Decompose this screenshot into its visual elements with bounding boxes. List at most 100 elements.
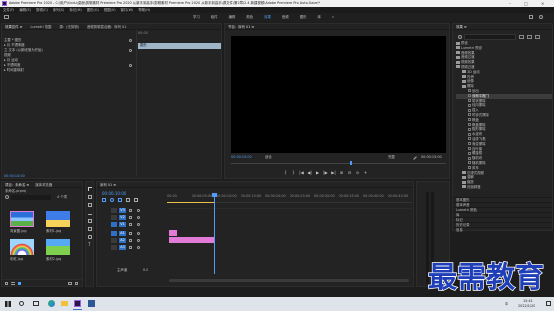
program-timecode[interactable]: 00:00:10:00 bbox=[231, 155, 252, 160]
extract-icon[interactable]: ⊟ bbox=[347, 170, 352, 175]
lift-icon[interactable]: ⊞ bbox=[339, 170, 344, 175]
list-view-icon[interactable] bbox=[11, 282, 15, 285]
track-lock-icon[interactable] bbox=[129, 239, 132, 242]
work-area-bar[interactable] bbox=[167, 202, 214, 203]
task-view-icon[interactable] bbox=[33, 301, 39, 306]
track-header[interactable]: V2 bbox=[97, 215, 167, 221]
edge-icon[interactable] bbox=[48, 300, 55, 307]
track-select-tool-icon[interactable] bbox=[88, 195, 92, 199]
track-header[interactable]: A3 bbox=[97, 245, 167, 251]
slip-tool-icon[interactable] bbox=[88, 219, 92, 223]
word-taskbar-icon[interactable] bbox=[88, 300, 95, 307]
workspace-learn[interactable]: 学习 bbox=[193, 15, 200, 20]
wrench-icon[interactable] bbox=[411, 154, 417, 160]
track-eye-icon[interactable] bbox=[137, 223, 140, 226]
track-eye-icon[interactable] bbox=[137, 216, 140, 219]
thumbnail-material-1[interactable] bbox=[46, 211, 70, 227]
effects-folder[interactable]: 页面剥落 bbox=[456, 185, 552, 190]
track-mute-icon[interactable] bbox=[137, 239, 140, 242]
timeline-settings-icon[interactable] bbox=[134, 198, 138, 202]
ec-row-time-remap[interactable]: ▸ 时间重映射 bbox=[4, 68, 132, 73]
menu-sequence[interactable]: 序列(S) bbox=[53, 8, 65, 13]
razor-tool-icon[interactable] bbox=[88, 211, 92, 215]
workspace-color[interactable]: 颜色 bbox=[246, 15, 253, 20]
step-back-icon[interactable]: ◀| bbox=[307, 170, 312, 175]
menu-clip[interactable]: 剪辑(C) bbox=[36, 8, 48, 13]
type-tool-icon[interactable]: T bbox=[88, 243, 92, 247]
32bit-filter-icon[interactable] bbox=[527, 35, 532, 39]
track-eye-icon[interactable] bbox=[137, 209, 140, 212]
track-label[interactable]: A1 bbox=[119, 231, 126, 236]
maximize-button[interactable]: □ bbox=[524, 1, 528, 6]
go-to-out-icon[interactable]: ▶| bbox=[331, 170, 336, 175]
pen-tool-icon[interactable] bbox=[88, 227, 92, 231]
add-button-icon[interactable]: + bbox=[363, 170, 368, 175]
close-button[interactable]: × bbox=[541, 1, 544, 6]
search-icon[interactable] bbox=[539, 15, 543, 19]
notification-icon[interactable] bbox=[546, 301, 551, 306]
go-to-in-icon[interactable]: |◀ bbox=[299, 170, 304, 175]
track-lock-icon[interactable] bbox=[129, 246, 132, 249]
track-target-toggle[interactable] bbox=[111, 208, 117, 213]
clock-time[interactable]: 15:41 bbox=[523, 299, 533, 304]
tab-audio-mixer[interactable]: 音频剪辑混合器：序列 01 bbox=[87, 25, 126, 29]
workspace-audio[interactable]: 音频 bbox=[282, 15, 289, 20]
track-target-toggle[interactable] bbox=[111, 215, 117, 220]
file-explorer-icon[interactable] bbox=[61, 301, 68, 306]
track-lock-icon[interactable] bbox=[129, 209, 132, 212]
effects-search-input[interactable] bbox=[464, 34, 516, 40]
lock-icon[interactable] bbox=[5, 282, 8, 285]
program-quality-select[interactable]: 完整 bbox=[388, 155, 395, 160]
menu-edit[interactable]: 编辑(E) bbox=[19, 8, 31, 13]
home-icon[interactable] bbox=[4, 15, 9, 19]
icon-view-icon[interactable] bbox=[18, 282, 21, 285]
timeline-clip-v1[interactable] bbox=[169, 237, 215, 243]
step-forward-icon[interactable]: |▶ bbox=[323, 170, 328, 175]
minimize-button[interactable]: – bbox=[509, 1, 511, 6]
menu-help[interactable]: 帮助(H) bbox=[138, 8, 150, 13]
linked-selection-icon[interactable] bbox=[118, 198, 122, 202]
workspace-graphics[interactable]: 图形 bbox=[300, 15, 307, 20]
ripple-edit-tool-icon[interactable] bbox=[88, 203, 92, 207]
workspace-edit[interactable]: 编辑 bbox=[229, 15, 236, 20]
yuv-filter-icon[interactable] bbox=[535, 35, 540, 39]
tab-lumetri-scopes[interactable]: Lumetri 范围 bbox=[30, 25, 51, 29]
workspace-libraries[interactable]: 库 bbox=[317, 15, 320, 20]
tab-media-browser[interactable]: 媒体浏览器 bbox=[35, 183, 52, 187]
track-header[interactable]: A2 bbox=[97, 238, 167, 244]
share-icon[interactable] bbox=[529, 15, 533, 19]
master-track-value[interactable]: 0.0 bbox=[143, 268, 148, 273]
project-search-input[interactable] bbox=[11, 195, 51, 200]
menu-graphics[interactable]: 图形(G) bbox=[87, 8, 99, 13]
menu-view[interactable]: 视图(V) bbox=[104, 8, 116, 13]
keyframe-icon[interactable] bbox=[129, 64, 132, 67]
track-target-toggle[interactable] bbox=[111, 231, 117, 236]
input-language[interactable]: 中 bbox=[505, 302, 508, 307]
tab-project[interactable]: 项目：未命名 ≡ bbox=[5, 183, 29, 187]
program-scrub-bar[interactable] bbox=[231, 163, 446, 164]
export-frame-icon[interactable]: ⊙ bbox=[355, 170, 360, 175]
new-item-icon[interactable] bbox=[68, 282, 72, 285]
accelerated-filter-icon[interactable] bbox=[519, 35, 524, 39]
tab-effect-controls[interactable]: 效果控件 ≡ bbox=[5, 25, 22, 29]
track-target-toggle[interactable] bbox=[111, 222, 117, 227]
timeline-playhead[interactable] bbox=[214, 194, 215, 274]
ec-clip[interactable]: 图形 bbox=[138, 43, 221, 49]
track-mute-icon[interactable] bbox=[137, 232, 140, 235]
selection-tool-icon[interactable] bbox=[88, 187, 92, 191]
track-label[interactable]: V2 bbox=[119, 215, 126, 220]
clock-date[interactable]: 2022/1/20 bbox=[518, 304, 535, 309]
track-header[interactable]: V3 bbox=[97, 208, 167, 214]
premiere-taskbar-icon[interactable] bbox=[74, 300, 81, 307]
workspace-more[interactable]: » bbox=[332, 15, 334, 20]
program-video-frame[interactable] bbox=[231, 36, 446, 153]
menu-file[interactable]: 文件(F) bbox=[3, 8, 14, 13]
timeline-playhead-handle[interactable] bbox=[212, 193, 217, 197]
tab-effects[interactable]: 效果 ≡ bbox=[456, 25, 467, 29]
tab-source[interactable]: 源：(无剪辑) bbox=[59, 25, 79, 29]
tab-sequence-01[interactable]: 序列 01 ≡ bbox=[100, 183, 116, 187]
play-icon[interactable]: ▶ bbox=[315, 170, 320, 175]
mark-in-icon[interactable]: { bbox=[283, 170, 288, 175]
track-header[interactable]: A1 bbox=[97, 231, 167, 237]
search-icon[interactable] bbox=[19, 301, 24, 306]
